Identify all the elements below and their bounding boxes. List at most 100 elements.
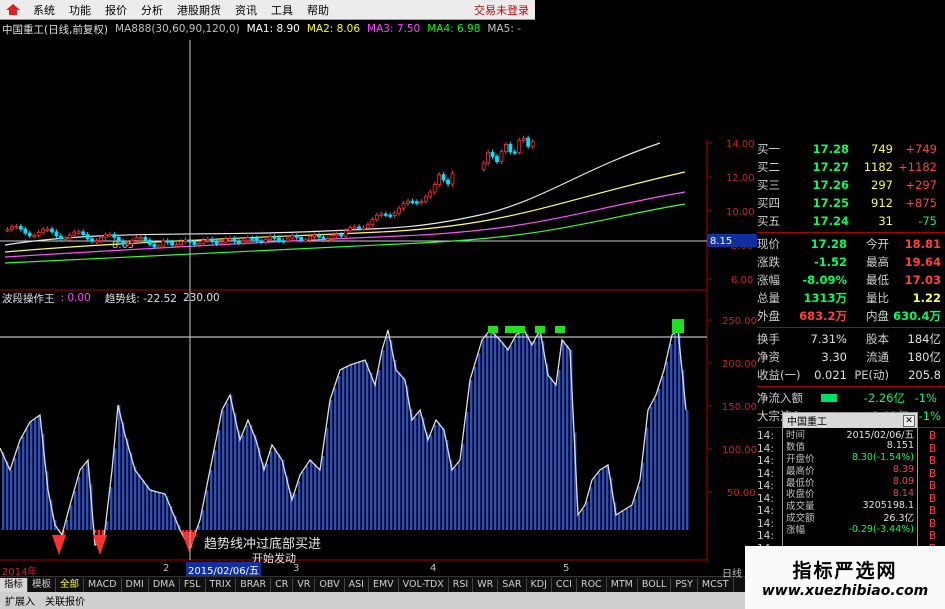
indicator-bar [210,470,213,530]
candle [521,135,526,143]
indicator-bar [238,431,241,530]
indicator-bar [26,429,29,530]
ind-tick-250: 250.00 [722,316,757,327]
candle [441,172,446,183]
indicator-tab[interactable]: DMA [149,577,180,592]
stat-value-2: 19.64 [904,255,941,269]
indicator-bar [114,448,117,530]
candle [303,237,308,243]
indicator-bar [486,335,489,530]
candle [210,236,215,245]
indicator-tab[interactable]: DMI [122,577,149,592]
buy-signal-mark [182,532,196,552]
indicator-tab[interactable]: CR [271,577,294,592]
indicator-bar [246,425,249,530]
indicator-tab[interactable]: 模板 [28,577,57,592]
indicator-tab[interactable]: MACD [84,577,122,592]
stat2-label-2: 股本 [866,332,889,346]
indicator-bar [422,417,425,530]
candle [143,234,148,243]
indicator-tab[interactable]: ASI [345,577,369,592]
candle [259,238,264,245]
indicator-tab[interactable]: BOLL [638,577,672,592]
indicator-bar [338,376,341,530]
candle [54,229,59,239]
bid-price: 17.26 [812,178,849,192]
popup-titlebar[interactable]: 中国重工 ✕ [783,413,917,428]
indicator-tab[interactable]: OBV [315,577,345,592]
current-price-label: 8.15 [710,236,732,247]
stat-value: 17.28 [810,237,847,251]
tick-flag: B [929,467,937,480]
indicator-bar [78,477,81,530]
ind-tick-100: 100.00 [722,445,757,456]
indicator-bar [14,458,17,530]
indicator-tab[interactable]: VOL-TDX [399,577,449,592]
indicator-bar [594,477,597,530]
expand-button[interactable]: 扩展入 [0,593,40,608]
annotation-line1: 趋势线冲过底部买进 [204,536,321,552]
indicator-bar [590,487,593,530]
bid-change: +1182 [898,160,937,174]
bid-row: 买二 17.27 1182 +1182 [757,158,945,176]
indicator-bar [218,430,221,530]
popup-close-icon[interactable]: ✕ [903,414,915,427]
candle [517,137,522,155]
indicator-tab[interactable]: 指标 [0,577,29,592]
indicator-bar [426,432,429,530]
bar-info-popup[interactable]: 中国重工 ✕ 时间 2015/02/06/五 数值 8.151 开盘价 8.30(-1.5… [782,412,918,548]
candle [63,235,68,242]
indicator-bar [374,382,377,530]
indicator-tab[interactable]: EMV [369,577,399,592]
sell-signal-mark [555,326,565,333]
indicator-bar [394,360,397,530]
indicator-bar [378,370,381,530]
sell-signal-mark [505,326,515,333]
candle [526,135,531,149]
indicator-tab[interactable]: BRAR [236,577,272,592]
indicator-tab[interactable]: 全部 [56,577,85,592]
popup-row-value: 26.3亿 [883,513,914,525]
candle [272,234,277,241]
stat-value: 683.2万 [799,309,847,323]
indicator-tab[interactable]: PSY [671,577,698,592]
tick-flag: B [929,530,937,543]
popup-row-value: 8.39 [892,464,914,476]
indicator-bar [558,370,561,530]
candle [388,212,393,219]
indicator-tab[interactable]: KDJ [527,577,552,592]
candle [50,226,54,235]
candle [72,229,77,238]
indicator-tab[interactable]: SAR [498,577,527,592]
indicator-bar [670,343,673,530]
stat-label-2: 今开 [866,237,889,251]
indicator-tab[interactable]: TRIX [206,577,237,592]
related-quote-button[interactable]: 关联报价 [40,593,90,608]
indicator-tab[interactable]: WR [473,577,499,592]
indicator-bar [490,330,493,530]
candle [179,238,183,248]
ma2-line [4,171,686,253]
indicator-bar [666,361,669,530]
date-tick-2: 2 [163,563,170,574]
candle [334,231,339,238]
stat-row: 外盘 683.2万 内盘 630.4万 [757,307,945,325]
indicator-bar [86,462,89,530]
candle [5,227,10,233]
indicator-tab[interactable]: MTM [607,577,638,592]
indicator-bar [134,466,137,530]
indicator-tab[interactable]: VR [293,577,316,592]
indicator-bar [110,487,113,530]
indicator-tab[interactable]: RSI [449,577,474,592]
indicator-tab[interactable]: ROC [577,577,607,592]
indicator-bar [386,336,389,530]
indicator-tab[interactable]: CCI [552,577,577,592]
candle [134,234,139,243]
stat2-value-2: 205.8 [908,368,941,382]
indicator-bar [226,402,229,530]
indicator-bar [550,377,553,530]
indicator-tab[interactable]: FSL [180,577,206,592]
indicator-bar [6,461,9,530]
indicator-bar [582,509,585,530]
indicator-bar [402,376,405,530]
